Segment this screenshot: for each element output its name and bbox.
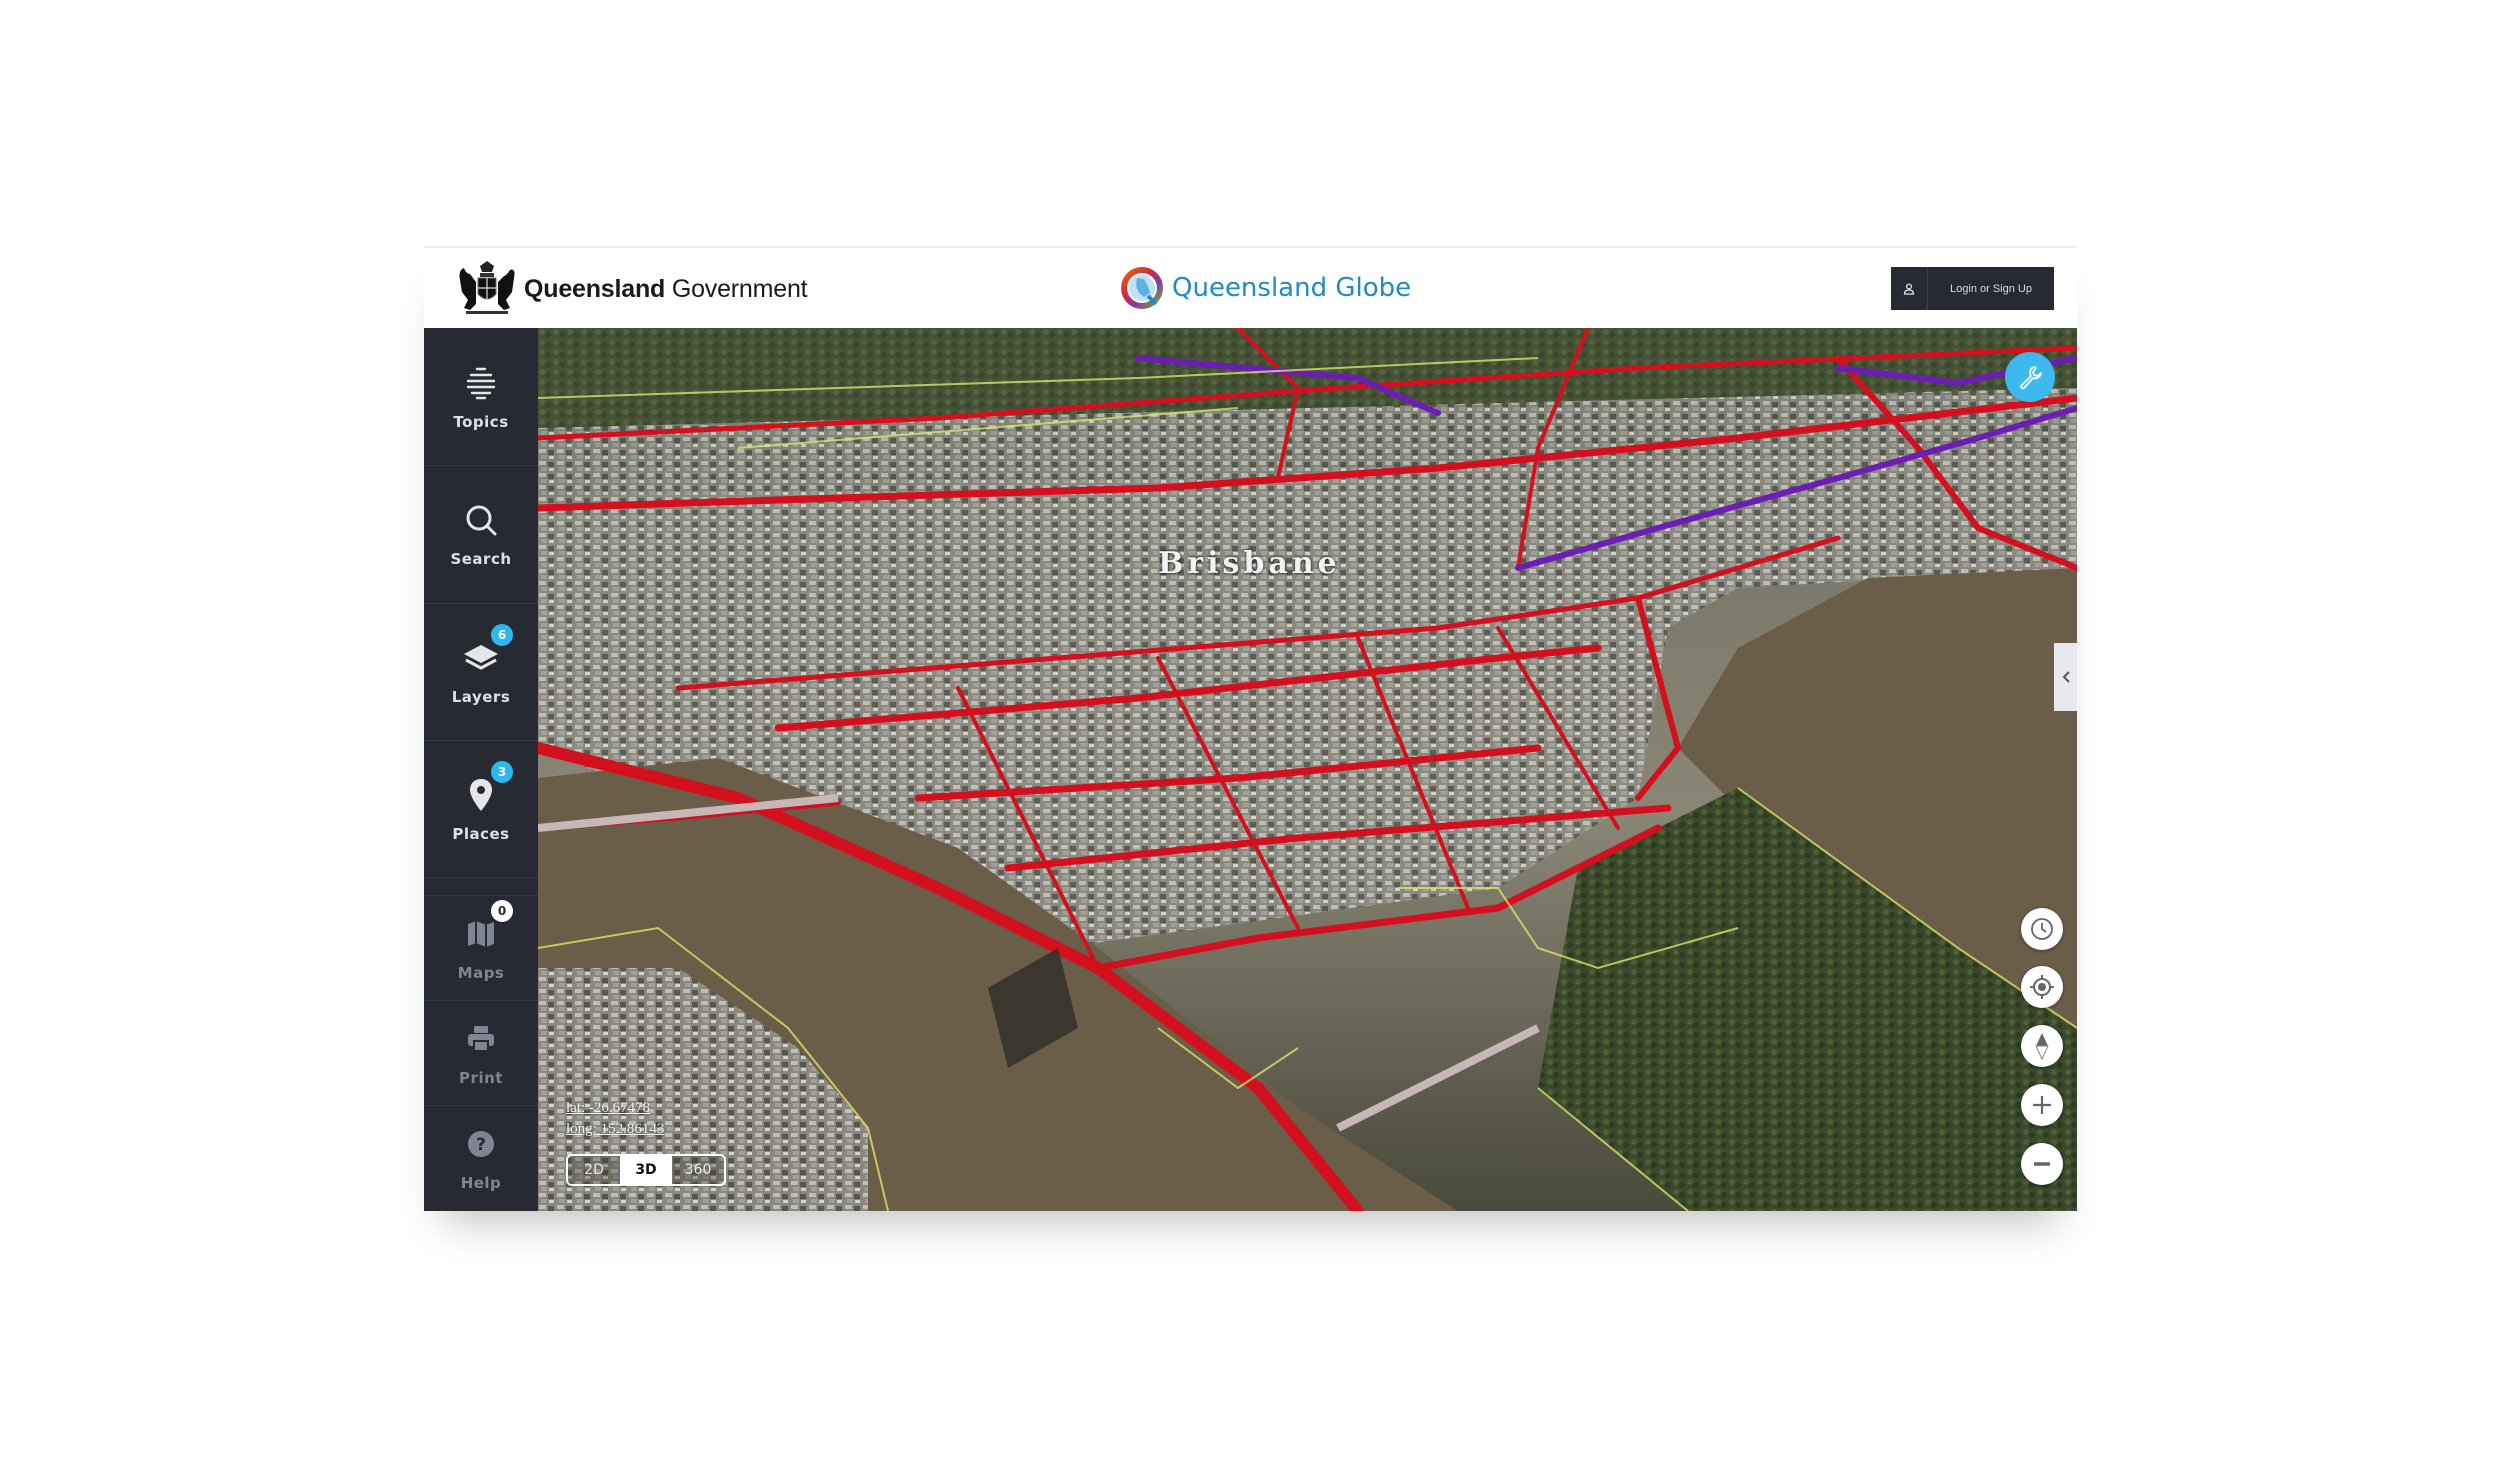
minus-icon	[2034, 1162, 2050, 1166]
sidebar-item-label: Help	[460, 1174, 502, 1192]
sidebar-item-label: Maps	[457, 963, 505, 982]
plus-icon	[2033, 1096, 2051, 1114]
sidebar-spacer	[424, 877, 538, 896]
view-mode-toggle: 2D 3D 360	[566, 1154, 726, 1186]
view-mode-360[interactable]: 360	[672, 1156, 724, 1184]
sidebar-item-label: Topics	[453, 412, 509, 431]
wrench-icon	[2020, 366, 2042, 390]
sidebar-item-label: Search	[450, 550, 512, 568]
app-title: Queensland Globe	[1172, 273, 1412, 303]
time-button[interactable]	[2021, 908, 2063, 950]
queensland-globe-logo-icon	[1121, 267, 1163, 309]
sidebar-item-maps[interactable]: 0 Maps	[424, 895, 538, 1001]
zoom-out-button[interactable]	[2021, 1143, 2063, 1185]
sidebar-item-layers[interactable]: 6 Layers	[424, 603, 538, 741]
map-place-label: Brisbane	[1158, 546, 1341, 581]
map-pin-icon: 3	[461, 760, 513, 815]
compass-icon	[2035, 1033, 2049, 1060]
sidebar-item-search[interactable]: Search	[424, 465, 538, 604]
topics-icon	[461, 363, 501, 403]
layers-icon: 6	[461, 623, 513, 678]
zoom-in-button[interactable]	[2021, 1084, 2063, 1126]
app-brand[interactable]: Queensland Globe	[1120, 266, 1411, 310]
coat-of-arms-icon	[459, 261, 515, 314]
longitude-readout: long: 152.86143	[566, 1121, 665, 1137]
panel-toggle[interactable]	[2054, 643, 2077, 711]
help-icon: ?	[461, 1124, 501, 1164]
login-signup-button[interactable]: Login or Sign Up	[1891, 267, 2054, 310]
view-mode-3d[interactable]: 3D	[620, 1156, 672, 1184]
crosshair-icon	[2030, 975, 2054, 999]
map-viewport[interactable]: Brisbane lat: -26.67478 long: 152.86143 …	[538, 328, 2077, 1211]
satellite-imagery	[538, 328, 2077, 1211]
sidebar: Topics Search 6 Layers 3 Places 0 Maps P…	[424, 328, 538, 1211]
places-count-badge: 3	[491, 760, 513, 783]
clock-icon	[2031, 918, 2053, 940]
maps-count-badge: 0	[491, 899, 513, 922]
search-icon	[461, 500, 501, 540]
layers-count-badge: 6	[491, 623, 513, 646]
printer-icon	[461, 1019, 501, 1059]
app-window: Queensland Government Queensland Globe L…	[424, 248, 2077, 1211]
user-icon	[1891, 267, 1928, 310]
queensland-government-logo[interactable]: Queensland Government	[456, 260, 808, 318]
sidebar-item-label: Print	[459, 1068, 503, 1087]
sidebar-item-print[interactable]: Print	[424, 1000, 538, 1106]
view-mode-2d[interactable]: 2D	[568, 1156, 620, 1184]
login-label: Login or Sign Up	[1950, 282, 2032, 295]
sidebar-item-topics[interactable]: Topics	[424, 328, 538, 466]
chevron-left-icon	[2062, 671, 2070, 683]
latitude-readout: lat: -26.67478	[566, 1100, 651, 1116]
sidebar-item-label: Layers	[451, 687, 511, 706]
sidebar-item-help[interactable]: ? Help	[424, 1105, 538, 1211]
coordinate-readout: lat: -26.67478 long: 152.86143	[566, 1098, 664, 1140]
locate-button[interactable]	[2021, 966, 2063, 1008]
map-icon: 0	[461, 899, 513, 954]
government-name: Queensland Government	[524, 274, 808, 303]
sidebar-item-label: Places	[452, 824, 510, 843]
compass-button[interactable]	[2021, 1025, 2063, 1067]
header: Queensland Government Queensland Globe L…	[424, 248, 2077, 328]
svg-text:?: ?	[476, 1135, 486, 1155]
sidebar-item-places[interactable]: 3 Places	[424, 740, 538, 878]
tools-button[interactable]	[2005, 352, 2055, 402]
